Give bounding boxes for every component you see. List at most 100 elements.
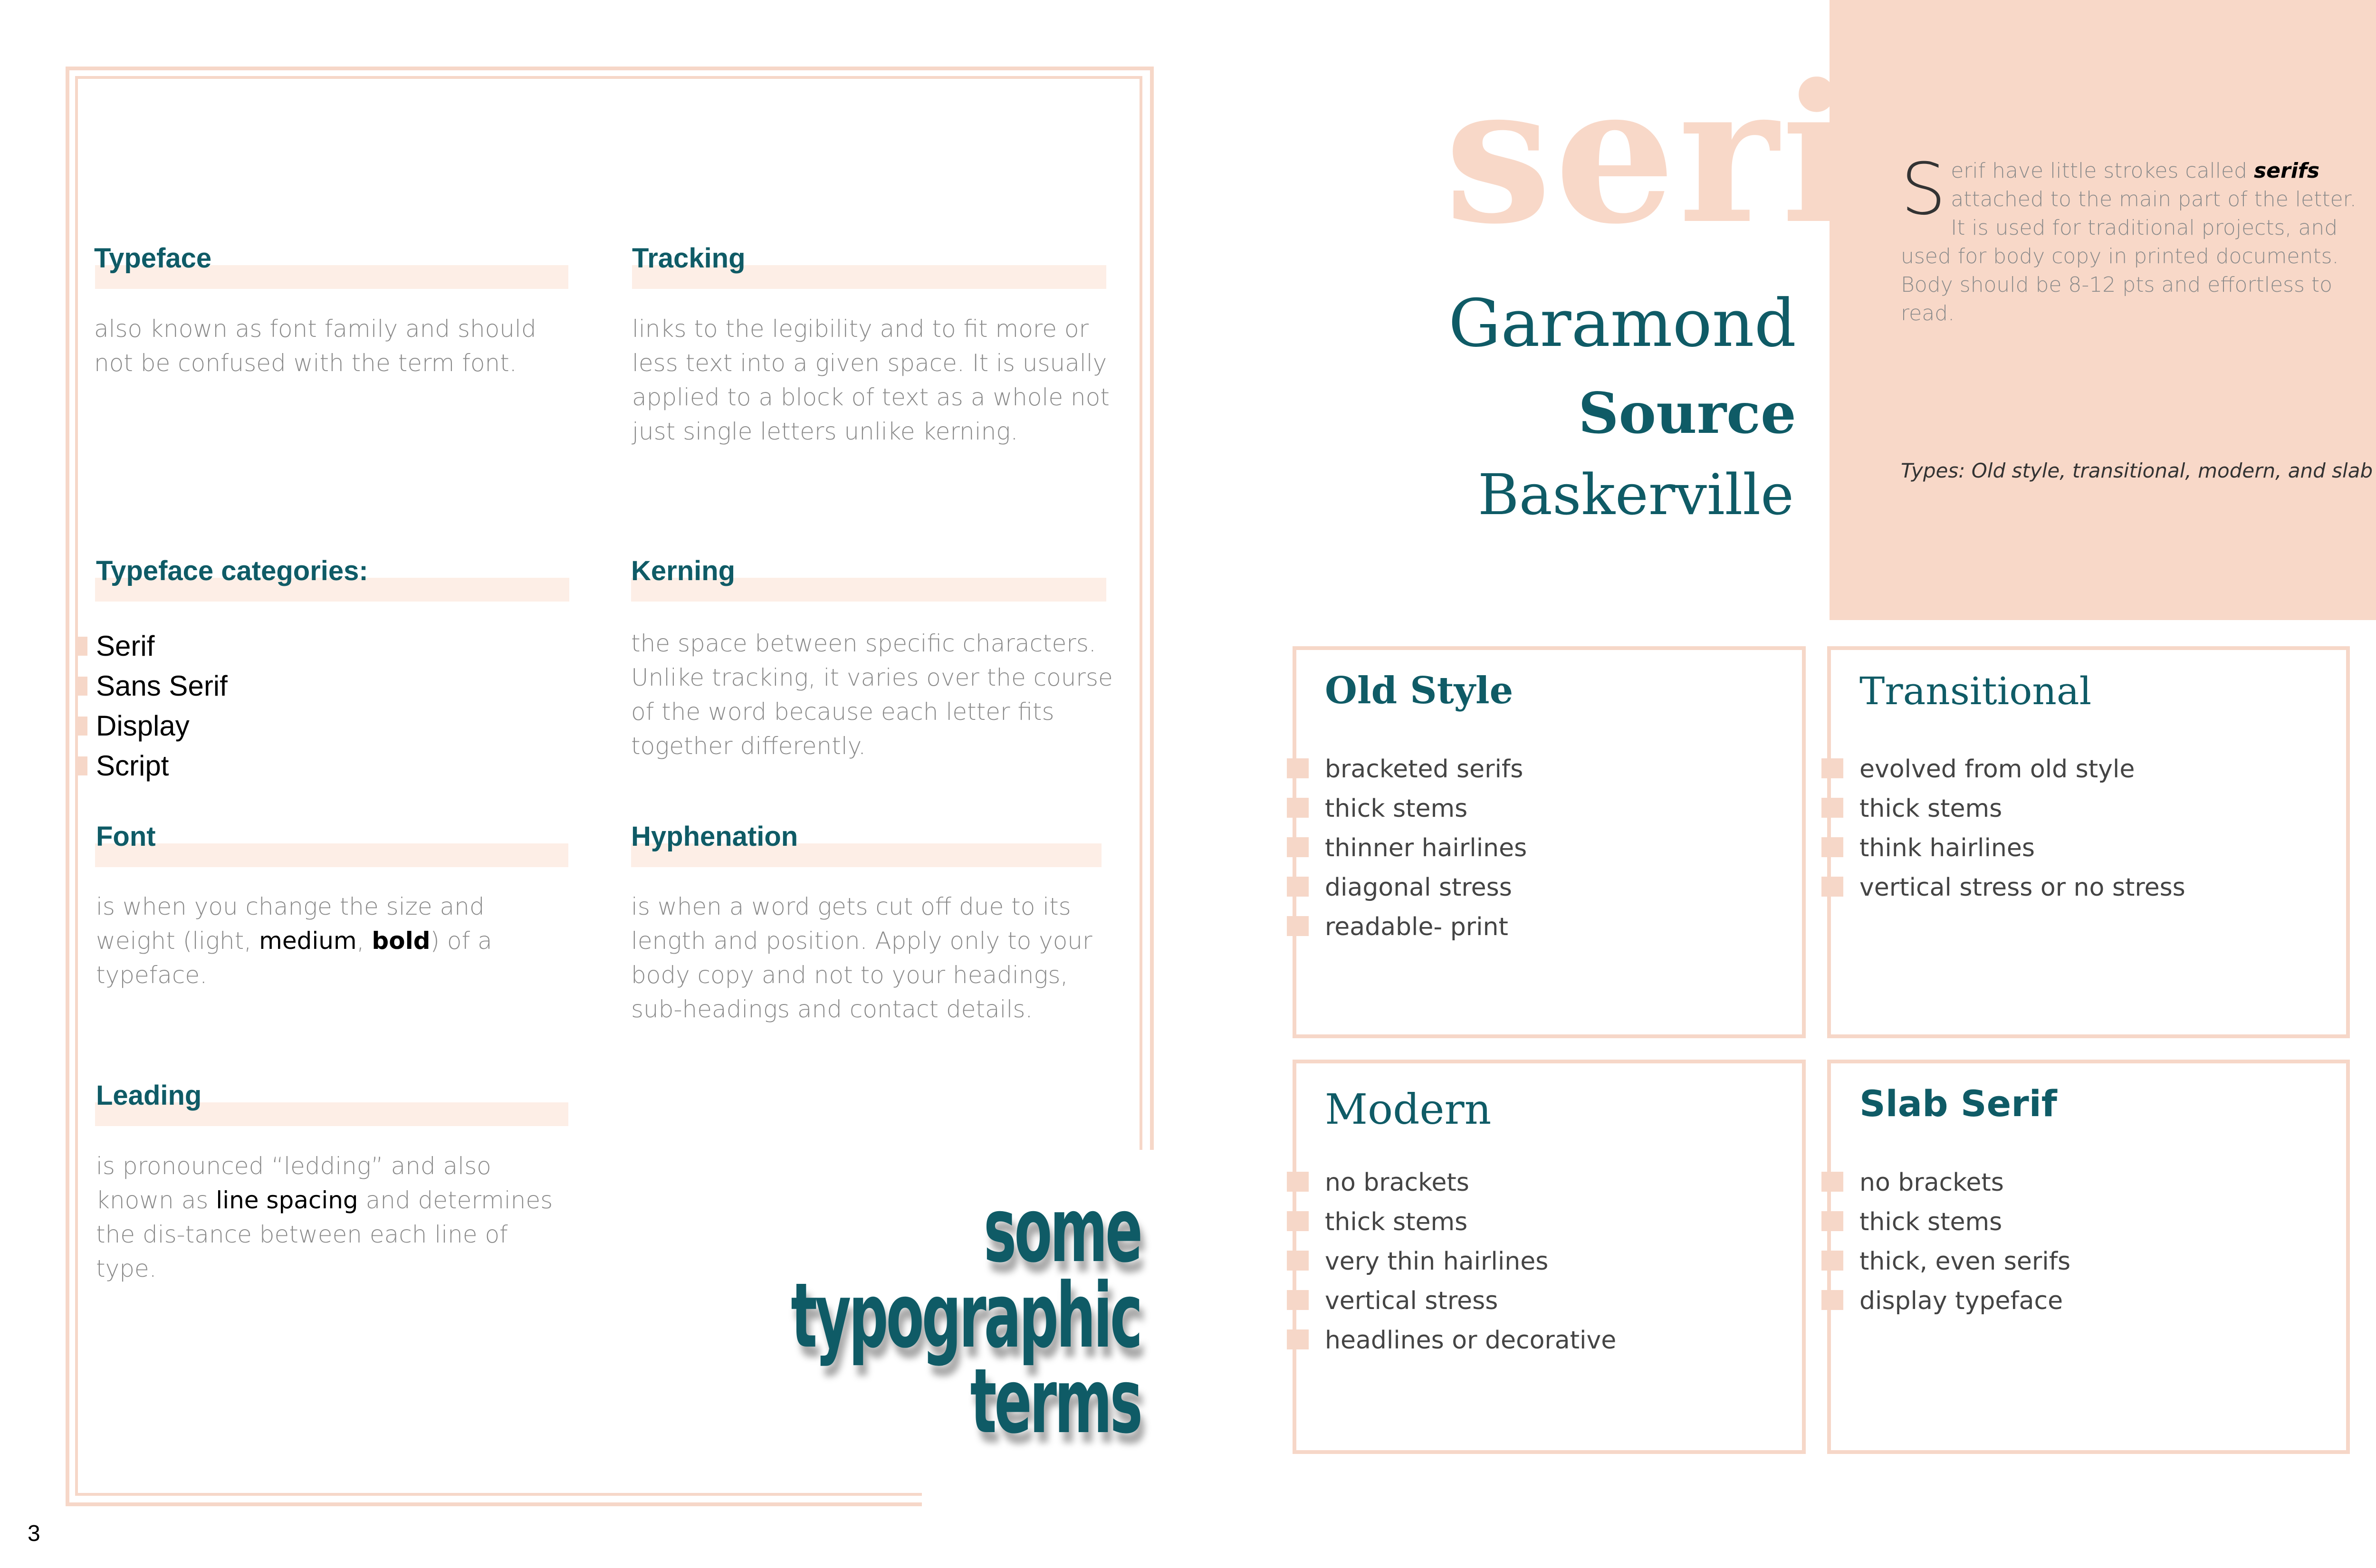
list-item: diagonal stress [1287,868,1527,908]
font-body: is when you change the size and weight (… [96,889,571,992]
serif-types-note: Types: Old style, transitional, modern, … [1901,459,2376,482]
categories-list: Serif Sans Serif Display Script [77,626,228,786]
list-item-label: thick stems [1859,1208,2002,1236]
bullet-marker [1287,1329,1309,1349]
category-label: Sans Serif [96,670,228,702]
box-list: bracketed serifs thick stems thinner hai… [1287,750,1527,947]
section-title-line: some [983,1178,1143,1282]
description-emphasis: serifs [2253,159,2320,183]
list-item: display typeface [1821,1281,2070,1321]
bullet-marker [1821,877,1843,897]
section-title-line: typographic [791,1264,1143,1368]
list-item: no brackets [1287,1163,1616,1203]
slab-serif-box: Slab Serif no brackets thick stems thick… [1821,1060,2350,1454]
modern-box: Modern no brackets thick stems very thin… [1287,1060,1806,1454]
list-item-label: evolved from old style [1859,755,2135,784]
list-item: evolved from old style [1821,750,2185,789]
list-item: thick stems [1287,1203,1616,1242]
box-title: Transitional [1859,669,2092,713]
list-item: thinner hairlines [1287,829,1527,868]
old-style-box: Old Style bracketed serifs thick stems t… [1287,646,1806,1038]
list-item-label: thick stems [1325,1208,1468,1236]
box-list: no brackets thick stems very thin hairli… [1287,1163,1616,1360]
category-label: Serif [96,630,155,662]
list-item: headlines or decorative [1287,1321,1616,1360]
bullet-marker [1821,1251,1843,1271]
bullet-marker [77,637,87,656]
list-item: thick, even serifs [1821,1242,2071,1281]
font-body-medium: medium [259,927,357,955]
list-item-label: think hairlines [1859,834,2035,862]
font-title: Font [96,821,156,852]
page-number-left: 3 [28,1521,40,1546]
bullet-marker [1287,877,1309,897]
box-title: Modern [1325,1085,1492,1134]
bullet-marker [1821,1290,1843,1310]
list-item: readable- print [1287,908,1527,947]
list-item-label: no brackets [1325,1168,1469,1197]
list-item: bracketed serifs [1287,750,1527,789]
bullet-marker [1287,1251,1309,1271]
category-item: Serif [77,626,228,666]
hyphenation-title: Hyphenation [631,821,798,852]
font-title-bar [95,843,568,867]
list-item-label: very thin hairlines [1325,1247,1549,1276]
list-item: no brackets [1821,1163,2070,1203]
description-text-end: attached to the main part of the letter.… [1901,187,2357,325]
list-item-label: vertical stress or no stress [1859,873,2185,902]
list-item-label: thick stems [1859,794,2002,823]
list-item: vertical stress [1287,1281,1616,1321]
bullet-marker [1287,916,1309,936]
leading-body-emphasis: line spacing [216,1186,358,1214]
hyphenation-body: is when a word gets cut off due to its l… [631,893,1092,1023]
description-text: erif have little strokes called [1951,159,2254,183]
bullet-marker [1821,837,1843,857]
list-item-label: thinner hairlines [1325,834,1527,862]
categories-title: Typeface categories: [96,555,368,586]
list-item: thick stems [1821,1203,2070,1242]
typeface-title: Typeface [94,243,212,274]
bullet-marker [77,717,87,736]
list-item-label: readable- print [1325,913,1508,941]
box-list: evolved from old style thick stems think… [1821,750,2185,908]
box-list: no brackets thick stems thick, even seri… [1821,1163,2071,1321]
font-garamond: Garamond [1448,285,1796,362]
list-item-label: bracketed serifs [1325,755,1523,784]
serif-description: Serif have little strokes called serifs … [1901,148,2357,328]
category-item: Display [77,706,228,746]
bullet-marker [1287,837,1309,857]
bullet-marker [1821,798,1843,818]
list-item-label: thick, even serifs [1859,1247,2071,1276]
typeface-body: also known as font family and should not… [94,315,537,377]
transitional-box: Transitional evolved from old style thic… [1821,646,2350,1038]
page-frame-bottom-outer [66,1502,925,1506]
kerning-body: the space between specific characters. U… [631,630,1113,760]
bullet-marker [1287,1172,1309,1192]
list-item: think hairlines [1821,829,2185,868]
list-item: thick stems [1821,789,2185,829]
category-label: Script [96,750,169,782]
category-item: Sans Serif [77,666,228,706]
leading-body: is pronounced “ledding” and also known a… [96,1149,576,1286]
category-item: Script [77,746,228,786]
section-title: some typographic terms [728,1178,1143,1453]
serif-heading: serif [1445,43,1941,266]
category-label: Display [96,710,190,742]
list-item: very thin hairlines [1287,1242,1616,1281]
bullet-marker [1821,758,1843,778]
list-item-label: diagonal stress [1325,873,1512,902]
leading-title: Leading [96,1080,202,1111]
list-item-label: display typeface [1859,1287,2063,1315]
font-body-bold: bold [372,927,431,955]
font-body-comma: , [356,927,372,955]
list-item-label: thick stems [1325,794,1468,823]
bullet-marker [1287,1211,1309,1231]
page-frame-bottom-inner [75,1493,926,1496]
font-source: Source [1578,380,1796,446]
bullet-marker [1821,1172,1843,1192]
section-title-line: terms [970,1349,1143,1453]
box-title: Old Style [1325,669,1514,712]
list-item-label: no brackets [1859,1168,2004,1197]
drop-cap: S [1901,148,1946,231]
kerning-title: Kerning [631,555,736,586]
